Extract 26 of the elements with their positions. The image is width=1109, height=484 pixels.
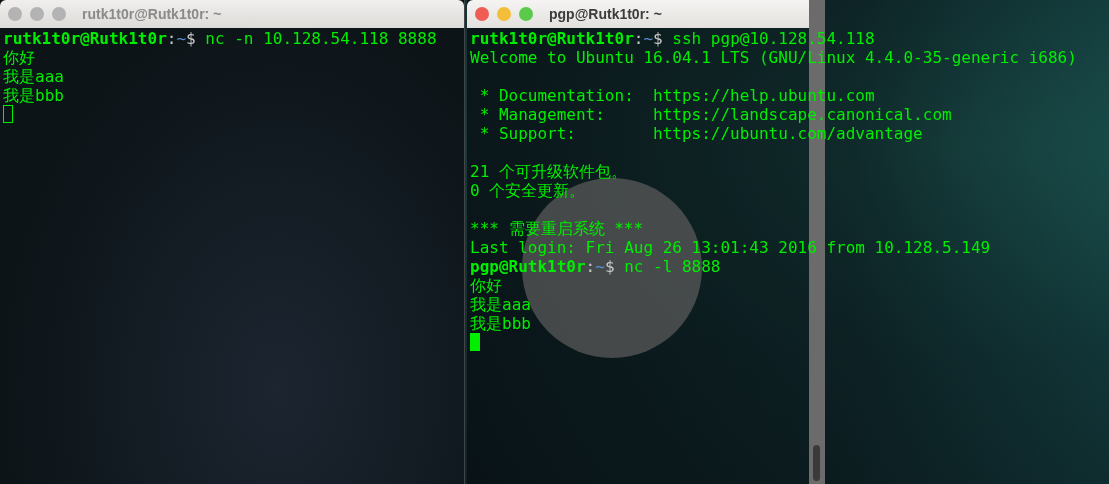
maximize-button[interactable] xyxy=(52,7,66,21)
window-title: rutk1t0r@Rutk1t0r: ~ xyxy=(82,6,222,22)
terminal-output-line: * Management: https://landscape.canonical.com xyxy=(478,105,953,124)
terminal-output-line: * Support: https://ubuntu.com/advantage xyxy=(478,124,924,143)
minimize-button[interactable] xyxy=(30,7,44,21)
prompt-line: pgp@Rutk1t0r:~$ nc -l 8888 xyxy=(470,257,722,276)
terminal-output-line: 我是aaa xyxy=(470,295,532,314)
window-title: pgp@Rutk1t0r: ~ xyxy=(549,6,662,22)
terminal-output-line: 你好 xyxy=(470,276,503,295)
terminal-output-line: Welcome to Ubuntu 16.04.1 LTS (GNU/Linux 4.4.0-35-generic i686) xyxy=(470,48,1078,67)
terminal-output-line: * Documentation: https://help.ubuntu.com xyxy=(478,86,876,105)
terminal-output-line: 你好 xyxy=(3,48,36,67)
terminal-output-line: 0 个安全更新。 xyxy=(470,181,587,200)
close-button[interactable] xyxy=(8,7,22,21)
terminal-output-line: *** 需要重启系统 *** xyxy=(470,219,645,238)
terminal-output-line: Last login: Fri Aug 26 13:01:43 2016 from 10.128.5.149 xyxy=(470,238,992,257)
scrollbar-thumb[interactable] xyxy=(813,445,820,481)
terminal-output-line: 我是bbb xyxy=(470,314,532,333)
terminal-output-line: 我是aaa xyxy=(3,67,65,86)
prompt-line: rutk1t0r@Rutk1t0r:~$ nc -n 10.128.54.118 8888 xyxy=(3,29,438,48)
prompt-line: rutk1t0r@Rutk1t0r:~$ ssh pgp@10.128.54.118 xyxy=(470,29,876,48)
terminal-output-line: 21 个可升级软件包。 xyxy=(470,162,628,181)
maximize-button[interactable] xyxy=(519,7,533,21)
minimize-button[interactable] xyxy=(497,7,511,21)
terminal-output-line: 我是bbb xyxy=(3,86,65,105)
close-button[interactable] xyxy=(475,7,489,21)
